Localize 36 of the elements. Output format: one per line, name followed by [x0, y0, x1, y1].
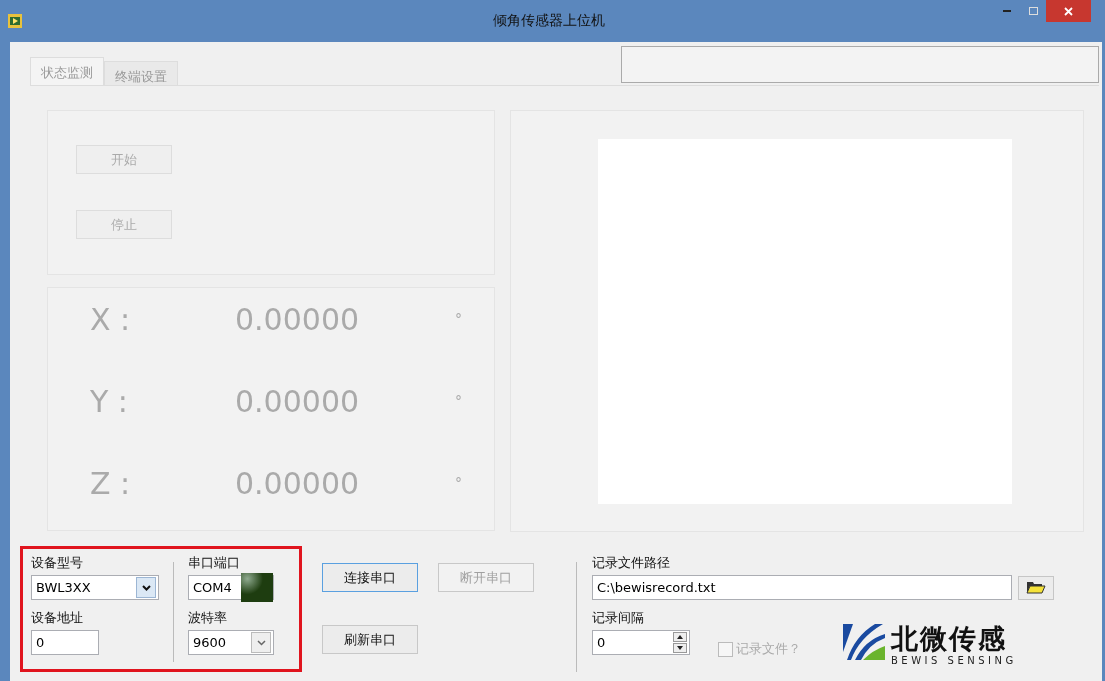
axis-label: Z :: [90, 465, 132, 501]
close-icon: [1064, 6, 1073, 16]
close-button[interactable]: [1046, 0, 1091, 22]
angle-value: 0.00000: [235, 301, 361, 337]
axis-label: Y :: [90, 383, 129, 419]
degree-unit: °: [455, 393, 462, 409]
degree-unit: °: [455, 475, 462, 491]
path-field[interactable]: C:\bewisrecord.txt: [592, 575, 1012, 600]
model-dropdown[interactable]: BWL3XX: [31, 575, 159, 600]
axis-label: X :: [90, 301, 132, 337]
angle-value: 0.00000: [235, 465, 361, 501]
field-label: 波特率: [188, 609, 228, 627]
minimize-icon: [1003, 9, 1011, 13]
field-label: 设备地址: [31, 609, 84, 627]
field-label: 设备型号: [31, 554, 84, 572]
maximize-icon: [1028, 7, 1038, 15]
browse-button[interactable]: [1018, 575, 1054, 600]
logo-name: 北微传感: [891, 622, 1008, 655]
degree-unit: °: [455, 311, 462, 327]
spinner-icon: [673, 632, 687, 653]
baud-dropdown[interactable]: 9600: [188, 630, 274, 655]
chevron-icon: [251, 632, 271, 653]
folder-icon: [1026, 581, 1046, 594]
field-label: 记录文件路径: [592, 554, 671, 572]
interval-spinbox[interactable]: 0: [592, 630, 690, 655]
address-field[interactable]: 0: [31, 630, 99, 655]
app-icon: [8, 14, 22, 28]
window-title: 倾角传感器上位机: [492, 12, 606, 30]
logo-subtitle: BEWIS SENSING: [891, 654, 1017, 666]
field-label: 串口端口: [188, 554, 241, 572]
angle-value: 0.00000: [235, 383, 361, 419]
port-field[interactable]: COM4: [188, 575, 274, 600]
chevron-icon: [136, 577, 156, 598]
serial-button[interactable]: 刷新串口: [322, 625, 418, 654]
serial-button[interactable]: 连接串口: [322, 563, 418, 592]
field-label: 记录间隔: [592, 609, 645, 627]
